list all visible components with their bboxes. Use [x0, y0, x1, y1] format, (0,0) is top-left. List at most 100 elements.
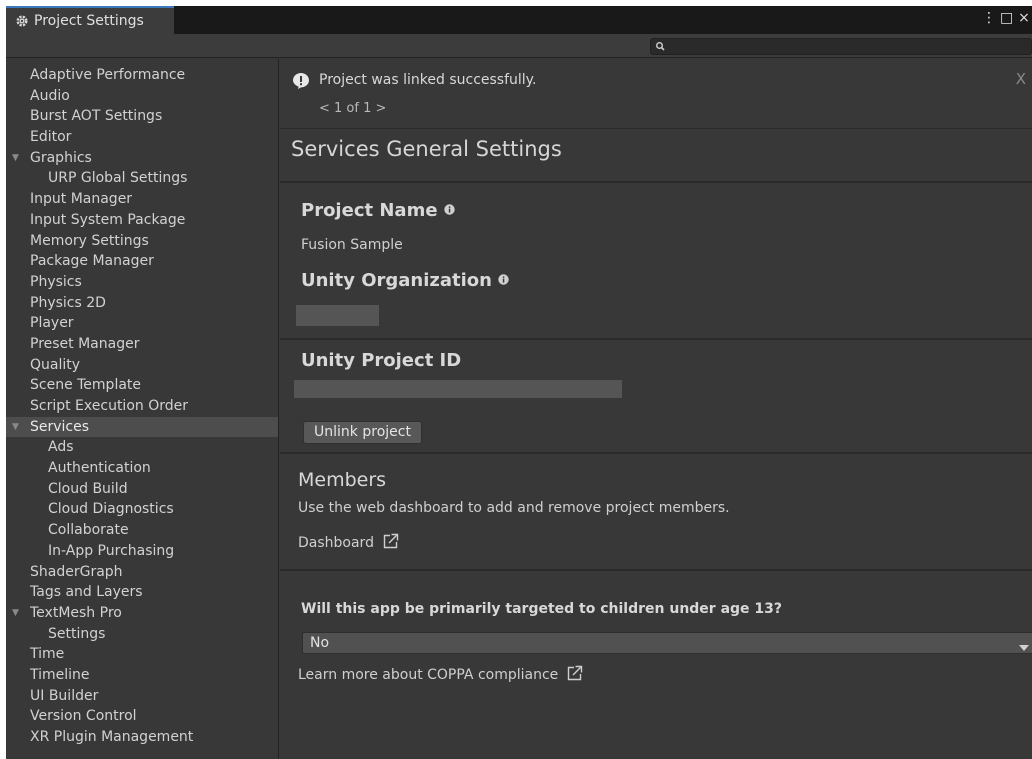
divider [280, 338, 1032, 340]
dashboard-link[interactable]: Dashboard [298, 533, 399, 551]
more-options-icon[interactable]: ⋮ [982, 10, 996, 26]
unlink-project-button[interactable]: Unlink project [303, 421, 422, 444]
project-settings-window: Project Settings ⋮ □ × Adaptive Performa… [6, 6, 1032, 759]
sidebar-item-services[interactable]: ▼ Services [6, 416, 278, 438]
title-bar: Project Settings ⋮ □ × [6, 6, 1032, 34]
sidebar-item-label: UI Builder [30, 687, 99, 704]
alert-icon [292, 72, 310, 90]
maximize-icon[interactable]: □ [1000, 10, 1013, 26]
sidebar-item-shadergraph[interactable]: ShaderGraph [6, 562, 278, 583]
sidebar-item-input-manager[interactable]: Input Manager [6, 189, 278, 210]
settings-nav-list: Adaptive Performance Audio Burst AOT Setti… [6, 59, 278, 748]
sidebar-item-label: Scene Template [30, 377, 142, 394]
sidebar-item-label: Authentication [48, 460, 151, 477]
organization-label: Unity Organization [301, 270, 492, 291]
sidebar-item-memory-settings[interactable]: Memory Settings [6, 231, 278, 252]
divider [280, 181, 1032, 183]
divider [280, 452, 1032, 454]
sidebar-item-label: Physics [30, 273, 82, 290]
sidebar-item-label: Services [30, 418, 90, 435]
gear-icon [14, 13, 30, 29]
sidebar-item-adaptive-performance[interactable]: Adaptive Performance [6, 65, 278, 86]
members-description: Use the web dashboard to add and remove … [298, 500, 730, 516]
info-icon[interactable] [443, 199, 455, 215]
search-icon [655, 40, 666, 56]
sidebar-item-editor[interactable]: Editor [6, 127, 278, 148]
project-id-label: Unity Project ID [301, 350, 462, 371]
settings-sidebar: Adaptive Performance Audio Burst AOT Setti… [6, 59, 279, 759]
sidebar-item-label: Timeline [30, 666, 90, 683]
sidebar-item-label: Input Manager [30, 191, 133, 208]
sidebar-item-label: Graphics [30, 149, 92, 166]
window-controls: ⋮ □ × [982, 10, 1030, 26]
sidebar-item-label: Memory Settings [30, 232, 149, 249]
services-settings-panel: Project was linked successfully. < 1 of … [280, 59, 1032, 759]
tab-title: Project Settings [34, 13, 144, 29]
sidebar-item-label: Settings [48, 625, 106, 642]
sidebar-item-player[interactable]: Player [6, 313, 278, 334]
sidebar-item-audio[interactable]: Audio [6, 86, 278, 107]
sidebar-item-ads[interactable]: Ads [6, 437, 278, 458]
sidebar-item-label: Script Execution Order [30, 398, 188, 414]
sidebar-item-label: Quality [30, 356, 81, 373]
divider [280, 569, 1032, 571]
sidebar-item-input-system-package[interactable]: Input System Package [6, 210, 278, 231]
sidebar-item-textmesh-pro[interactable]: ▼ TextMesh Pro [6, 603, 278, 624]
coppa-link[interactable]: Learn more about COPPA compliance [298, 665, 583, 683]
sidebar-item-label: Cloud Diagnostics [48, 501, 174, 518]
sidebar-item-label: Package Manager [30, 253, 154, 270]
sidebar-item-physics-2d[interactable]: Physics 2D [6, 293, 278, 314]
notification-pager[interactable]: < 1 of 1 > [319, 101, 386, 116]
sidebar-item-label: TextMesh Pro [30, 604, 122, 621]
sidebar-item-ui-builder[interactable]: UI Builder [6, 686, 278, 707]
chevron-down-icon [1019, 640, 1029, 656]
info-icon[interactable] [498, 269, 509, 285]
sidebar-item-burst-aot-settings[interactable]: Burst AOT Settings [6, 106, 278, 127]
search-input[interactable] [650, 38, 1032, 55]
sidebar-item-scene-template[interactable]: Scene Template [6, 375, 278, 396]
project-name-heading: Project Name [301, 199, 455, 221]
sidebar-item-label: Collaborate [48, 522, 129, 539]
sidebar-item-script-execution-order[interactable]: Script Execution Order [6, 396, 278, 417]
notification-close-button[interactable]: X [1016, 70, 1026, 88]
sidebar-item-label: Cloud Build [48, 480, 128, 497]
sidebar-item-label: Player [30, 315, 74, 332]
coppa-dropdown[interactable]: No [302, 632, 1032, 654]
sidebar-item-label: Audio [30, 87, 70, 104]
sidebar-item-package-manager[interactable]: Package Manager [6, 251, 278, 272]
sidebar-item-time[interactable]: Time [6, 644, 278, 665]
sidebar-item-preset-manager[interactable]: Preset Manager [6, 334, 278, 355]
tab-project-settings[interactable]: Project Settings [6, 6, 174, 34]
sidebar-item-physics[interactable]: Physics [6, 272, 278, 293]
external-link-icon [566, 665, 583, 682]
sidebar-item-settings[interactable]: Settings [6, 624, 278, 645]
sidebar-item-xr-plugin-management[interactable]: XR Plugin Management [6, 727, 278, 748]
organization-heading: Unity Organization [301, 269, 509, 291]
sidebar-item-tags-and-layers[interactable]: Tags and Layers [6, 582, 278, 603]
close-icon[interactable]: × [1018, 10, 1030, 26]
notification-message: Project was linked successfully. [319, 72, 537, 88]
page-title: Services General Settings [291, 137, 562, 161]
expand-triangle-icon[interactable]: ▼ [12, 603, 19, 624]
sidebar-item-graphics[interactable]: ▼ Graphics [6, 148, 278, 169]
sidebar-item-cloud-build[interactable]: Cloud Build [6, 479, 278, 500]
notification-banner: Project was linked successfully. < 1 of … [280, 59, 1032, 129]
sidebar-item-label: Editor [30, 129, 72, 146]
sidebar-item-label: Adaptive Performance [30, 67, 186, 83]
sidebar-item-in-app-purchasing[interactable]: In-App Purchasing [6, 541, 278, 562]
sidebar-item-timeline[interactable]: Timeline [6, 665, 278, 686]
sidebar-item-urp-global-settings[interactable]: URP Global Settings [6, 168, 278, 189]
members-heading: Members [298, 469, 387, 491]
sidebar-item-version-control[interactable]: Version Control [6, 706, 278, 727]
organization-value-redacted [296, 305, 379, 326]
sidebar-item-collaborate[interactable]: Collaborate [6, 520, 278, 541]
expand-triangle-icon[interactable]: ▼ [12, 417, 19, 438]
sidebar-item-label: Time [30, 646, 65, 663]
sidebar-item-cloud-diagnostics[interactable]: Cloud Diagnostics [6, 499, 278, 520]
sidebar-item-authentication[interactable]: Authentication [6, 458, 278, 479]
sidebar-item-label: Version Control [30, 708, 137, 725]
project-id-value-redacted [294, 380, 622, 398]
sidebar-item-quality[interactable]: Quality [6, 355, 278, 376]
sidebar-item-label: Burst AOT Settings [30, 108, 163, 125]
expand-triangle-icon[interactable]: ▼ [12, 148, 19, 169]
